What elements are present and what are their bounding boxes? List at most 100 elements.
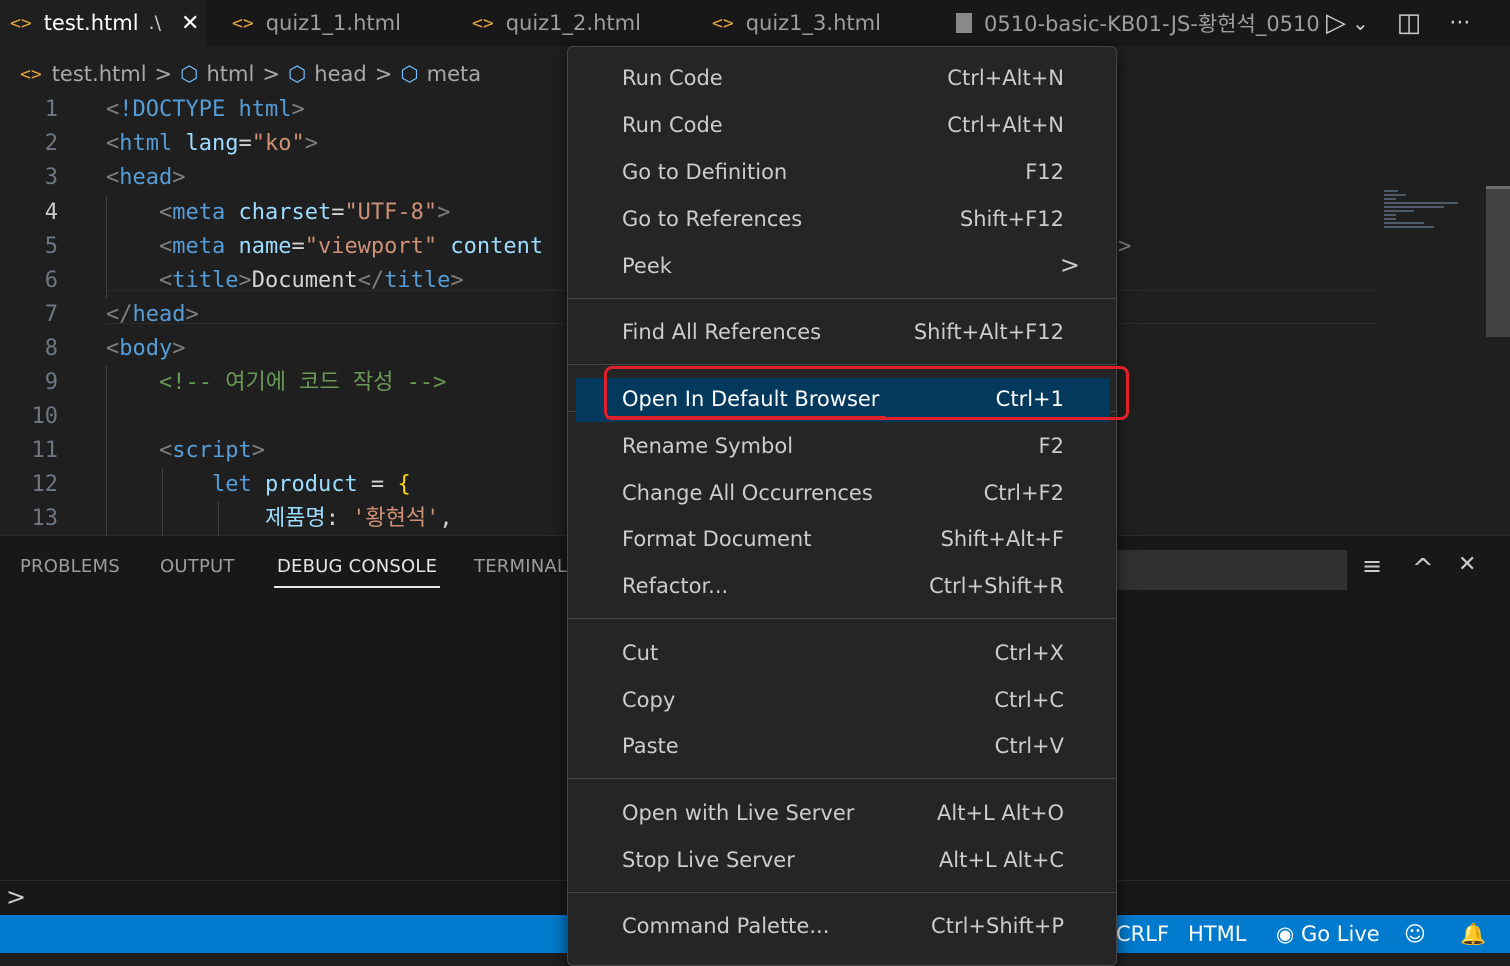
language-mode[interactable]: HTML bbox=[1188, 922, 1246, 946]
menu-item-shortcut: Ctrl+Alt+N bbox=[947, 66, 1064, 90]
html-icon: <> bbox=[232, 12, 254, 34]
menu-item-format-document[interactable]: Format Document Shift+Alt+F bbox=[576, 518, 1110, 562]
menu-item-shortcut: Shift+F12 bbox=[959, 207, 1064, 231]
line-number: 12 bbox=[31, 472, 59, 497]
code-token: "ko" bbox=[251, 131, 305, 156]
indent-guide bbox=[218, 502, 219, 535]
eol-indicator[interactable]: CRLF bbox=[1116, 922, 1169, 946]
html-icon: <> bbox=[712, 12, 734, 34]
filter-input[interactable] bbox=[1117, 550, 1347, 590]
menu-item-label: Peek bbox=[622, 254, 672, 278]
tab-output[interactable]: OUTPUT bbox=[160, 556, 235, 577]
tab-terminal[interactable]: TERMINAL bbox=[474, 556, 567, 577]
code-token: lang bbox=[185, 131, 239, 156]
menu-item-run-code[interactable]: Run Code Ctrl+Alt+N bbox=[576, 104, 1110, 148]
code-token: product bbox=[264, 472, 358, 497]
menu-item-label: Go to Definition bbox=[622, 160, 788, 184]
menu-item-shortcut: Ctrl+Shift+P bbox=[931, 914, 1064, 938]
split-editor-icon[interactable]: ◫ bbox=[1397, 8, 1422, 38]
code-token: html bbox=[119, 131, 173, 156]
tab-label: quiz1_1.html bbox=[265, 11, 401, 35]
menu-item-paste[interactable]: Paste Ctrl+V bbox=[576, 725, 1110, 769]
editor-scrollbar[interactable] bbox=[1486, 186, 1510, 337]
menu-item-copy[interactable]: Copy Ctrl+C bbox=[576, 679, 1110, 723]
tab-quiz1-3[interactable]: <> quiz1_3.html bbox=[686, 0, 926, 46]
menu-separator bbox=[568, 778, 1116, 779]
code-token: head bbox=[119, 165, 173, 190]
menu-item-peek[interactable]: Peek > bbox=[576, 245, 1110, 289]
menu-item-label: Go to References bbox=[622, 207, 803, 231]
chevron-right-icon: > bbox=[154, 62, 173, 86]
indent-guide bbox=[106, 196, 107, 298]
menu-item-shortcut: F2 bbox=[1038, 434, 1064, 458]
menu-item-command-palette[interactable]: Command Palette... Ctrl+Shift+P bbox=[576, 905, 1110, 949]
tab-problems[interactable]: PROBLEMS bbox=[20, 556, 120, 577]
menu-separator bbox=[568, 618, 1116, 619]
tab-debug-console[interactable]: DEBUG CONSOLE bbox=[274, 556, 441, 588]
code-token: meta bbox=[172, 200, 226, 225]
maximize-panel-icon[interactable]: ^ bbox=[1412, 554, 1434, 584]
breadcrumb-file[interactable]: test.html bbox=[52, 62, 147, 86]
menu-item-shortcut: Ctrl+X bbox=[994, 641, 1064, 665]
more-actions-icon[interactable]: ··· bbox=[1449, 11, 1470, 36]
code-token: < bbox=[158, 438, 173, 463]
code-token: < bbox=[158, 200, 173, 225]
feedback-icon[interactable]: ☺ bbox=[1404, 922, 1426, 946]
menu-separator bbox=[568, 364, 1116, 365]
menu-item-go-to-references[interactable]: Go to References Shift+F12 bbox=[576, 198, 1110, 242]
menu-item-shortcut: Ctrl+C bbox=[994, 688, 1064, 712]
code-token: let bbox=[211, 472, 252, 497]
indent-guide bbox=[162, 468, 163, 535]
line-number: 5 bbox=[44, 234, 58, 259]
code-token: > bbox=[437, 200, 451, 225]
chevron-down-icon[interactable]: ⌄ bbox=[1352, 11, 1369, 35]
tab-quiz1-2[interactable]: <> quiz1_2.html bbox=[446, 0, 686, 46]
code-token: name bbox=[238, 234, 292, 259]
menu-item-label: Stop Live Server bbox=[622, 848, 795, 872]
menu-item-stop-live-server[interactable]: Stop Live Server Alt+L Alt+C bbox=[576, 839, 1110, 883]
code-token: = bbox=[291, 234, 305, 259]
tab-basic-js[interactable]: 0510-basic-KB01-JS-황현석_0510 bbox=[926, 0, 1326, 46]
code-text: <!-- 여기에 코드 작성 --> bbox=[106, 366, 446, 400]
editor-actions: ▷ ⌄ ◫ ··· bbox=[1320, 0, 1510, 46]
line-number: 7 bbox=[44, 302, 58, 327]
code-token: 제품명 bbox=[264, 506, 326, 531]
menu-item-label: Copy bbox=[622, 688, 676, 712]
menu-item-find-all-references[interactable]: Find All References Shift+Alt+F12 bbox=[576, 311, 1110, 355]
clear-console-icon[interactable]: ≡ bbox=[1362, 552, 1382, 580]
code-text: <!DOCTYPE html> bbox=[106, 93, 305, 127]
menu-item-change-all-occurrences[interactable]: Change All Occurrences Ctrl+F2 bbox=[576, 472, 1110, 516]
tab-test-html[interactable]: <> test.html .\ ✕ bbox=[0, 0, 206, 46]
menu-item-open-with-live-server[interactable]: Open with Live Server Alt+L Alt+O bbox=[576, 792, 1110, 836]
close-icon[interactable]: ✕ bbox=[181, 11, 199, 36]
menu-item-label: Refactor... bbox=[622, 574, 729, 598]
tab-quiz1-1[interactable]: <> quiz1_1.html bbox=[206, 0, 446, 46]
menu-item-run-code[interactable]: Run Code Ctrl+Alt+N bbox=[576, 57, 1110, 101]
html-icon: <> bbox=[20, 63, 42, 85]
breadcrumb-item-html[interactable]: html bbox=[206, 62, 254, 86]
go-live-button[interactable]: ◉ Go Live bbox=[1276, 922, 1380, 946]
menu-item-cut[interactable]: Cut Ctrl+X bbox=[576, 632, 1110, 676]
breadcrumb-item-head[interactable]: head bbox=[314, 62, 366, 86]
close-panel-icon[interactable]: ✕ bbox=[1458, 552, 1476, 577]
tab-path-suffix: .\ bbox=[148, 12, 161, 34]
run-icon[interactable]: ▷ bbox=[1326, 8, 1346, 38]
minimap[interactable] bbox=[1384, 188, 1464, 248]
breadcrumb-item-meta[interactable]: meta bbox=[427, 62, 481, 86]
menu-item-rename-symbol[interactable]: Rename Symbol F2 bbox=[576, 425, 1110, 469]
menu-item-label: Open with Live Server bbox=[622, 801, 855, 825]
code-token: = bbox=[331, 200, 345, 225]
bell-icon[interactable]: 🔔 bbox=[1460, 922, 1486, 947]
menu-item-refactor[interactable]: Refactor... Ctrl+Shift+R bbox=[576, 565, 1110, 609]
code-token: meta bbox=[172, 234, 226, 259]
annotation-underline bbox=[606, 416, 886, 419]
menu-separator bbox=[568, 298, 1116, 299]
code-text: <meta charset="UTF-8"> bbox=[106, 196, 450, 230]
menu-item-go-to-definition[interactable]: Go to Definition F12 bbox=[576, 151, 1110, 195]
